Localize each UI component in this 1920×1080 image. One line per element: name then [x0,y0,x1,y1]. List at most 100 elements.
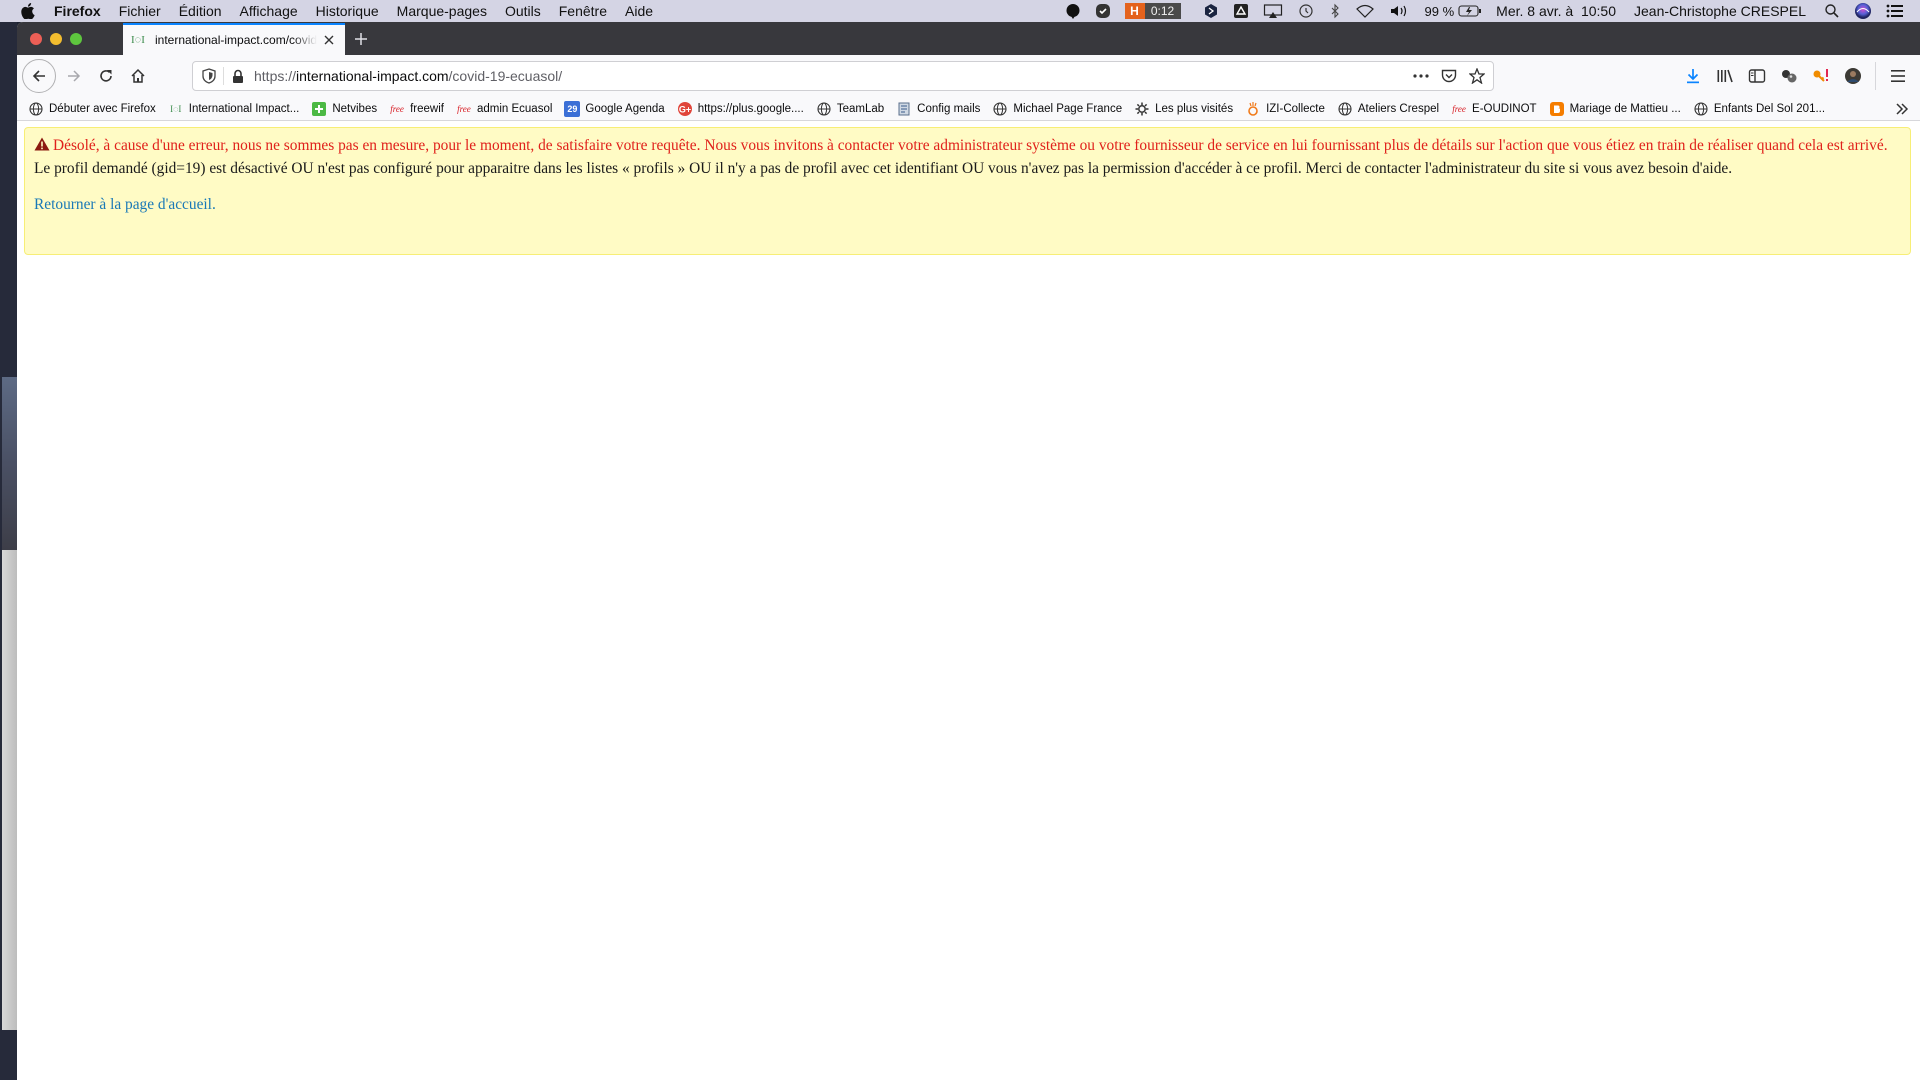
izi-collecte-icon [1245,101,1261,117]
globe-icon [1337,101,1353,117]
menu-fenetre[interactable]: Fenêtre [559,3,607,19]
bookmark-item[interactable]: Mariage de Mattieu ... [1549,101,1681,117]
url-text[interactable]: https://international-impact.com/covid-1… [254,68,1411,84]
battery-charging-icon[interactable] [1458,0,1482,22]
forward-button[interactable] [58,60,90,92]
checkmark-app-icon[interactable] [1095,0,1111,22]
free-icon: free [1452,103,1466,114]
globe-icon [816,101,832,117]
bluetooth-icon[interactable] [1329,0,1341,22]
google-plus-icon: G+ [677,101,693,117]
menubar-user[interactable]: Jean-Christophe CRESPEL [1634,3,1806,19]
svg-text:G+: G+ [679,104,691,114]
downloads-icon[interactable] [1677,60,1709,92]
new-tab-button[interactable] [345,22,377,55]
warning-icon [34,136,50,157]
harvest-timer[interactable]: H 0:12 [1124,3,1181,19]
hexagon-app-icon[interactable] [1203,0,1219,22]
menu-fichier[interactable]: Fichier [119,3,161,19]
bookmark-item[interactable]: 29 Google Agenda [564,100,665,117]
home-icon [131,68,145,83]
url-host: international-impact.com [296,68,449,84]
bookmark-item[interactable]: G+ https://plus.google.... [677,101,804,117]
menu-affichage[interactable]: Affichage [240,3,298,19]
speech-bubble-icon[interactable] [1065,0,1081,22]
bookmark-label: Ateliers Crespel [1357,102,1440,115]
volume-icon[interactable] [1389,0,1411,22]
tab-title: international-impact.com/covid-19-ecuaso… [155,33,317,47]
page-actions-menu-icon[interactable] [1411,66,1431,86]
apple-menu-icon[interactable] [20,3,36,19]
menu-outils[interactable]: Outils [505,3,541,19]
bookmark-item[interactable]: free freewif [389,101,444,117]
arrow-left-icon [32,70,45,82]
airplay-icon[interactable] [1263,0,1283,22]
menu-edition[interactable]: Édition [179,3,222,19]
bookmark-item[interactable]: free admin Ecuasol [456,101,552,117]
firefox-window: I◌I international-impact.com/covid-19-ec… [17,22,1920,1080]
bookmark-item[interactable]: Netvibes [311,101,377,117]
error-alert-box: Désolé, à cause d'une erreur, nous ne so… [24,127,1911,255]
library-icon[interactable] [1709,60,1741,92]
bookmark-item[interactable]: free E-OUDINOT [1451,101,1537,117]
google-drive-icon[interactable] [1233,0,1249,22]
bookmark-item[interactable]: Les plus visités [1134,101,1233,117]
harvest-icon: H [1124,3,1145,19]
bookmark-label: admin Ecuasol [476,102,553,115]
menu-historique[interactable]: Historique [316,3,379,19]
firefox-account-avatar[interactable] [1837,60,1869,92]
bookmark-item[interactable]: Ateliers Crespel [1337,101,1439,117]
minimize-window-button[interactable] [50,32,62,45]
maximize-window-button[interactable] [70,32,82,45]
page-content: Désolé, à cause d'une erreur, nous ne so… [17,121,1920,1080]
spotlight-search-icon[interactable] [1824,0,1840,22]
menubar-clock[interactable]: Mer. 8 avr. à 10:50 [1496,3,1616,19]
calendar-icon: 29 [564,100,581,117]
back-button[interactable] [22,59,56,93]
bookmark-item[interactable]: Enfants Del Sol 201... [1693,101,1825,117]
sidebar-toggle-icon[interactable] [1741,60,1773,92]
navigation-toolbar: https://international-impact.com/covid-1… [17,55,1920,97]
globe-icon [992,101,1008,117]
harvest-time: 0:12 [1144,3,1181,19]
menu-marque-pages[interactable]: Marque-pages [397,3,487,19]
bookmark-item[interactable]: TeamLab [816,101,884,117]
url-scheme: https:// [254,68,297,84]
bookmarks-overflow-chevron-icon[interactable] [1892,102,1912,115]
international-impact-favicon: I◌I [170,103,182,114]
bookmark-item[interactable]: I◌I International Impact... [168,101,299,117]
password-manager-key-icon[interactable] [1805,60,1837,92]
bookmark-label: https://plus.google.... [697,102,804,115]
bookmark-item[interactable]: Débuter avec Firefox [28,101,156,117]
close-window-button[interactable] [30,32,42,45]
tracking-protection-shield-icon[interactable] [199,66,219,86]
reload-button[interactable] [90,60,122,92]
notification-center-icon[interactable] [1886,0,1904,22]
pocket-icon[interactable] [1439,66,1459,86]
bookmark-label: Netvibes [332,102,378,115]
bookmarks-toolbar: Débuter avec Firefox I◌I International I… [17,97,1920,121]
bookmark-star-icon[interactable] [1467,66,1487,86]
bookmark-label: IZI-Collecte [1266,102,1325,115]
menu-firefox[interactable]: Firefox [54,3,101,19]
bookmark-label: Michael Page France [1013,102,1123,115]
return-home-link[interactable]: Retourner à la page d'accueil. [34,196,216,214]
error-message-text: Désolé, à cause d'une erreur, nous ne so… [53,137,1888,154]
lock-icon[interactable] [228,66,248,86]
home-button[interactable] [122,60,154,92]
bookmark-label: E-OUDINOT [1472,102,1537,115]
bookmark-item[interactable]: Michael Page France [992,101,1122,117]
background-window-edge [2,377,17,550]
wifi-icon[interactable] [1355,0,1375,22]
close-tab-icon[interactable] [321,32,337,48]
url-bar[interactable]: https://international-impact.com/covid-1… [192,61,1494,91]
tab-active[interactable]: I◌I international-impact.com/covid-19-ec… [123,23,345,55]
siri-icon[interactable] [1854,0,1872,22]
hamburger-menu-icon[interactable] [1882,60,1914,92]
bookmark-label: Enfants Del Sol 201... [1713,102,1826,115]
menu-aide[interactable]: Aide [625,3,653,19]
bookmark-item[interactable]: IZI-Collecte [1245,101,1325,117]
extension-spheres-icon[interactable] [1773,60,1805,92]
bookmark-item[interactable]: Config mails [896,101,980,117]
time-machine-icon[interactable] [1297,0,1315,22]
